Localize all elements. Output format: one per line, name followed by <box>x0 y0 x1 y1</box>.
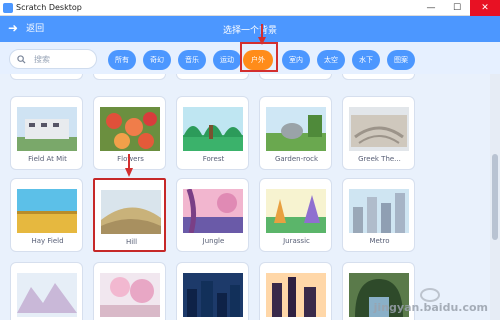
category-tag[interactable]: 运动 <box>213 50 241 70</box>
backdrop-card[interactable]: Colorful City <box>259 74 332 80</box>
backdrop-thumbnail <box>17 189 77 233</box>
backdrop-card[interactable]: Greek The... <box>342 96 415 170</box>
backdrop-card[interactable]: Garden-rock <box>259 96 332 170</box>
backdrop-name: Field At Mit <box>28 155 67 163</box>
backdrop-card[interactable] <box>259 262 332 320</box>
category-tag[interactable]: 奇幻 <box>143 50 171 70</box>
category-tag[interactable]: 音乐 <box>178 50 206 70</box>
scrollbar-thumb[interactable] <box>492 154 498 240</box>
category-tag[interactable]: 室内 <box>282 50 310 70</box>
category-tag[interactable]: 水下 <box>352 50 380 70</box>
backdrop-name: Garden-rock <box>274 155 319 163</box>
annotation-arrow-icon <box>258 24 266 45</box>
maximize-button[interactable]: ☐ <box>444 0 470 16</box>
backdrop-card[interactable]: Farm <box>342 74 415 80</box>
backdrop-card[interactable]: Hill <box>93 178 166 252</box>
search-placeholder: 搜索 <box>34 54 50 64</box>
backdrop-thumbnail <box>349 189 409 233</box>
backdrop-card[interactable] <box>93 262 166 320</box>
backdrop-thumbnail <box>17 273 77 317</box>
backdrop-card[interactable] <box>176 262 249 320</box>
backdrop-thumbnail <box>183 189 243 233</box>
category-tag[interactable]: 太空 <box>317 50 345 70</box>
backdrop-card[interactable]: Jurassic <box>259 178 332 252</box>
tag-highlight-box <box>240 42 278 72</box>
backdrop-card[interactable]: Field At Mit <box>10 96 83 170</box>
backdrop-thumbnail <box>266 189 326 233</box>
window-title-bar: Scratch Desktop — ☐ ✕ <box>0 0 500 16</box>
backdrop-card[interactable]: Jungle <box>176 178 249 252</box>
window-title: Scratch Desktop <box>16 3 82 12</box>
close-window-button[interactable]: ✕ <box>470 0 500 16</box>
backdrop-card[interactable]: Boardwalk <box>10 74 83 80</box>
backdrop-card[interactable]: Hay Field <box>10 178 83 252</box>
minimize-button[interactable]: — <box>418 0 444 16</box>
backdrop-card[interactable]: Forest <box>176 96 249 170</box>
backdrop-name: Hay Field <box>31 237 64 245</box>
watermark-logo-icon <box>420 288 440 302</box>
search-icon <box>17 54 26 64</box>
annotation-arrow-icon <box>125 154 133 177</box>
backdrop-name: Hill <box>125 238 138 246</box>
backdrop-name: Greek The... <box>358 155 401 163</box>
backdrop-name: Jurassic <box>283 237 310 245</box>
backdrop-thumbnail <box>266 107 326 151</box>
backdrop-card[interactable]: Canyon <box>93 74 166 80</box>
backdrop-thumbnail <box>101 190 161 234</box>
backdrop-thumbnail <box>183 273 243 317</box>
backdrop-card[interactable]: Metro <box>342 178 415 252</box>
backdrop-thumbnail <box>17 107 77 151</box>
backdrop-card[interactable]: City With W... <box>176 74 249 80</box>
backdrop-thumbnail <box>183 107 243 151</box>
watermark: jingyan.baidu.com <box>373 301 488 314</box>
backdrop-grid: Boardwalk Canyon City With W... Colorful Ci… <box>0 74 490 320</box>
backdrop-name: Forest <box>202 155 225 163</box>
scratch-app-icon <box>3 2 13 13</box>
backdrop-card[interactable] <box>10 262 83 320</box>
backdrop-thumbnail <box>266 273 326 317</box>
category-tag[interactable]: 图案 <box>387 50 415 70</box>
backdrop-thumbnail <box>100 107 160 151</box>
backdrop-thumbnail <box>349 107 409 151</box>
backdrop-name: Jungle <box>202 237 225 245</box>
search-input[interactable]: 搜索 <box>9 49 97 69</box>
category-tag[interactable]: 所有 <box>108 50 136 70</box>
backdrop-name: Metro <box>369 237 390 245</box>
backdrop-thumbnail <box>100 273 160 317</box>
library-header: ➜ 返回 选择一个背景 <box>0 16 500 42</box>
library-title: 选择一个背景 <box>222 26 277 36</box>
